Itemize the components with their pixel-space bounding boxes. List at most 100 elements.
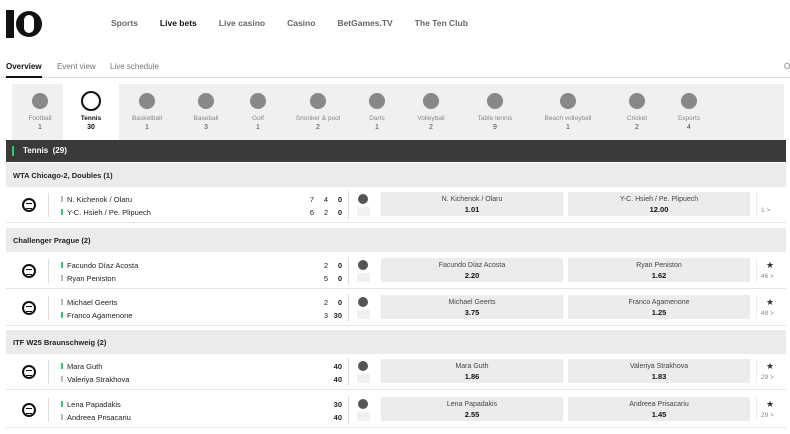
sport-filter-basketball[interactable]: Basketball 1 [119,84,175,140]
stats-placeholder [357,412,370,421]
sport-filter-golf[interactable]: Golf 1 [230,84,286,140]
sport-filter-snooker[interactable]: Snooker & pool 2 [290,84,346,140]
golf-icon [248,91,268,111]
match-row[interactable]: Lena Papadakis Andreea Prisacariu 30 40 Lena… [6,392,786,428]
sport-count: 2 [316,124,320,131]
odds-button-player-2[interactable]: Y-C. Hsieh / Pe. Plipuech 12.00 [568,192,750,216]
sport-name: Basketball [132,115,162,122]
sport-filter-cricket[interactable]: Cricket 2 [609,84,665,140]
sport-filter-table-tennis[interactable]: Table tennis 9 [467,84,523,140]
odds-button-player-1[interactable]: Facundo Díaz Acosta 2.20 [381,258,563,282]
sport-filter-volleyball[interactable]: Volleyball 2 [403,84,459,140]
player-2-name[interactable]: Ryan Peniston [67,274,116,283]
odds-button-player-2[interactable]: Ryan Peniston 1.62 [568,258,750,282]
player-2-score: 0 [337,274,342,283]
basketball-icon [137,91,157,111]
table-tennis-icon [485,91,505,111]
section-header: Tennis (29) [6,140,786,162]
odds-button-player-2[interactable]: Andreea Prisacariu 1.45 [568,397,750,421]
nav-ten-club[interactable]: The Ten Club [415,18,468,28]
player-1-name[interactable]: Lena Papadakis [67,400,121,409]
more-markets-count[interactable]: 1 > [761,207,770,214]
league-header[interactable]: ITF W25 Braunschweig (2) [6,330,786,354]
10bet-logo[interactable] [6,10,42,38]
sport-name: Esports [677,115,701,122]
odds-button-player-1[interactable]: Lena Papadakis 2.55 [381,397,563,421]
player-1-score: 4 [323,195,328,204]
more-markets-count[interactable]: 48 > [761,310,774,317]
odds-name: Michael Geerts [448,299,496,306]
odds-name: Franco Agamenone [628,299,690,306]
odds-button-player-1[interactable]: N. Kichenok / Olaru 1.01 [381,192,563,216]
player-2-name[interactable]: Franco Agamenone [67,311,132,320]
player-2-score: 40 [333,375,342,384]
stats-icon[interactable] [358,399,368,409]
more-markets-count[interactable]: 29 > [761,412,774,419]
player-1-name[interactable]: Mara Guth [67,362,102,371]
sport-filter-darts[interactable]: Darts 1 [349,84,405,140]
player-2-name[interactable]: Andreea Prisacariu [67,413,131,422]
player-2-name[interactable]: Y-C. Hsieh / Pe. Plipuech [67,208,151,217]
more-markets-count[interactable]: 29 > [761,374,774,381]
star-icon[interactable]: ★ [766,260,774,271]
stats-icon[interactable] [358,194,368,204]
player-2-score: 6 [309,208,314,217]
odds-name: Ryan Peniston [636,262,682,269]
player-1-name[interactable]: Facundo Díaz Acosta [67,261,138,270]
player-1-name[interactable]: Michael Geerts [67,298,117,307]
sport-filter-football[interactable]: Football 1 [12,84,68,140]
star-icon[interactable]: ★ [766,361,774,372]
league-header[interactable]: Challenger Prague (2) [6,228,786,252]
nav-betgames-tv[interactable]: BetGames.TV [337,18,392,28]
player-1-score: 0 [337,298,342,307]
serve-indicator [61,275,63,281]
match-row[interactable]: Michael Geerts Franco Agamenone 2 3 0 30 Micha… [6,290,786,326]
sport-filter-beach-volleyball[interactable]: Beach volleyball 1 [540,84,596,140]
sport-count: 2 [429,124,433,131]
sport-name: Volleyball [417,115,445,122]
nav-live-casino[interactable]: Live casino [219,18,265,28]
stats-icon[interactable] [358,361,368,371]
nav-live-bets[interactable]: Live bets [160,18,197,28]
odds-button-player-2[interactable]: Valeriya Strakhova 1.83 [568,359,750,383]
match-row[interactable]: Mara Guth Valeriya Strakhova 40 40 Mara Guth… [6,354,786,390]
tennis-ball-icon [22,403,36,417]
sport-count: 30 [87,124,95,131]
odds-button-player-1[interactable]: Michael Geerts 3.75 [381,295,563,319]
stats-icon[interactable] [358,297,368,307]
odds-name: Y-C. Hsieh / Pe. Plipuech [619,196,699,203]
active-tab-underline [6,76,42,78]
volleyball-icon [421,91,441,111]
sport-count: 1 [566,124,570,131]
nav-casino[interactable]: Casino [287,18,315,28]
tab-overview[interactable]: Overview [6,62,42,71]
player-2-name[interactable]: Valeriya Strakhova [67,375,129,384]
sport-filter-esports[interactable]: Esports 4 [661,84,717,140]
league-header[interactable]: WTA Chicago-2, Doubles (1) [6,163,786,187]
stats-placeholder [357,273,370,282]
star-icon[interactable]: ★ [766,297,774,308]
odds-name: Mara Guth [455,363,489,370]
nav-sports[interactable]: Sports [111,18,138,28]
sport-count: 1 [256,124,260,131]
cricket-icon [627,91,647,111]
odds-button-player-2[interactable]: Franco Agamenone 1.25 [568,295,750,319]
tab-live-schedule[interactable]: Live schedule [110,62,159,71]
sport-name: Snooker & pool [295,115,341,122]
tab-event-view[interactable]: Event view [57,62,96,71]
player-2-score: 30 [333,311,342,320]
sport-count: 1 [145,124,149,131]
more-markets-count[interactable]: 46 > [761,273,774,280]
sport-filter-tennis[interactable]: Tennis 30 [63,84,119,140]
serve-indicator [61,376,63,382]
star-icon[interactable]: ★ [766,399,774,410]
stats-icon[interactable] [358,260,368,270]
odds-button-player-1[interactable]: Mara Guth 1.86 [381,359,563,383]
player-1-name[interactable]: N. Kichenok / Olaru [67,195,132,204]
match-row[interactable]: N. Kichenok / Olaru Y-C. Hsieh / Pe. Plip… [6,187,786,223]
subnav-right-item[interactable]: O [784,62,790,71]
match-row[interactable]: Facundo Díaz Acosta Ryan Peniston 2 5 0 0 Facu… [6,253,786,289]
score-divider [348,257,349,285]
top-bar: Sports Live bets Live casino Casino BetG… [0,0,790,46]
sport-filter-baseball[interactable]: Baseball 3 [178,84,234,140]
